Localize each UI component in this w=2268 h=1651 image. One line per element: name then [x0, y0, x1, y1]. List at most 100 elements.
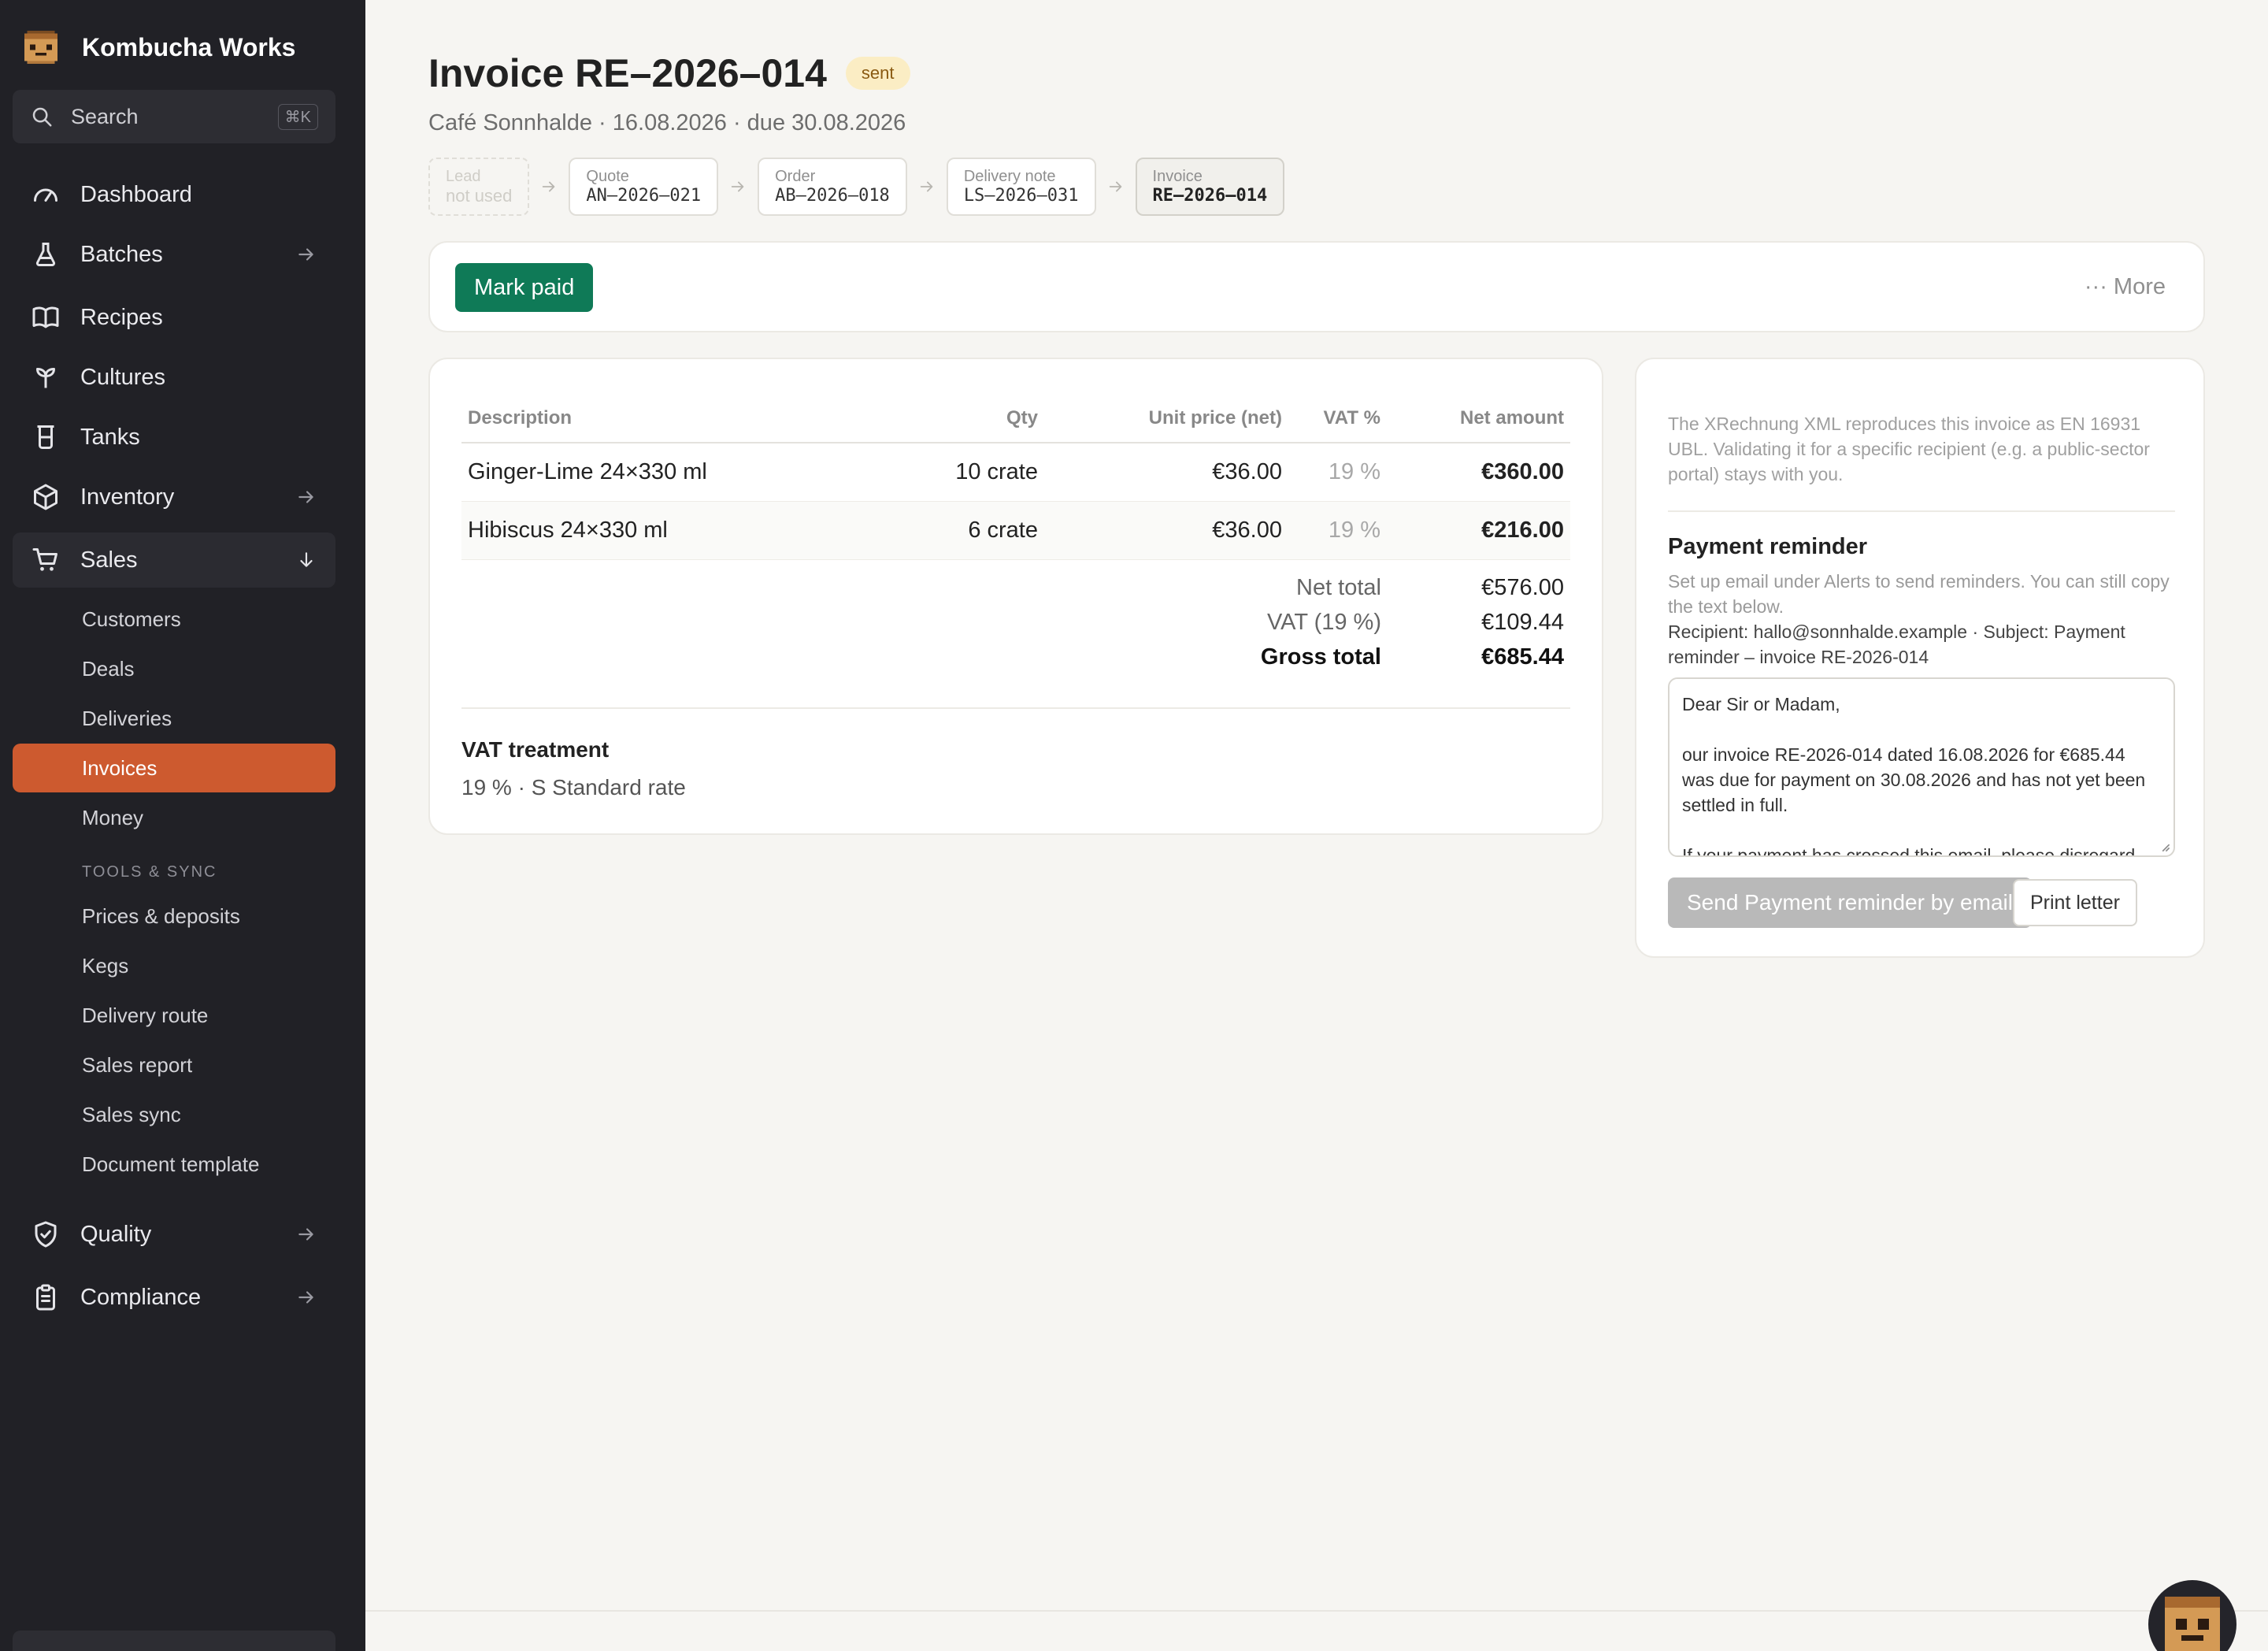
- nav-batches[interactable]: Batches: [13, 227, 335, 282]
- sub-sales-report[interactable]: Sales report: [13, 1041, 335, 1089]
- col-unit-price: Unit price (net): [1044, 394, 1288, 443]
- assistant-avatar[interactable]: [2148, 1580, 2236, 1651]
- nav-batches-label: Batches: [80, 241, 163, 267]
- gross-total-value: €685.44: [1481, 644, 1564, 670]
- sub-prices-deposits[interactable]: Prices & deposits: [13, 892, 335, 941]
- flow-step-invoice: Invoice RE–2026–014: [1135, 158, 1285, 216]
- arrow-right-icon: [298, 1228, 313, 1241]
- print-letter-button[interactable]: Print letter: [2013, 879, 2137, 926]
- sub-money[interactable]: Money: [13, 793, 335, 842]
- nav-recipes-label: Recipes: [80, 304, 163, 330]
- arrow-right-icon: [298, 491, 313, 503]
- nav-cultures[interactable]: Cultures: [13, 350, 335, 405]
- sub-sales-sync[interactable]: Sales sync: [13, 1090, 335, 1139]
- app-name: Kombucha Works: [82, 32, 296, 61]
- net-total-value: €576.00: [1481, 574, 1564, 600]
- flow-step-order[interactable]: Order AB–2026–018: [758, 158, 907, 216]
- nav-dashboard[interactable]: Dashboard: [13, 167, 335, 222]
- arrow-right-icon: [920, 181, 933, 192]
- vat-total-value: €109.44: [1481, 609, 1564, 635]
- sub-kegs[interactable]: Kegs: [13, 941, 335, 990]
- nav-cultures-label: Cultures: [80, 364, 165, 390]
- nav-quality[interactable]: Quality: [13, 1207, 335, 1262]
- box-icon: [34, 484, 57, 510]
- letter-body-continued: If your payment has crossed this email, …: [1682, 845, 2136, 857]
- arrow-right-icon: [731, 181, 744, 192]
- cell-description: Ginger-Lime 24×330 ml: [461, 443, 902, 502]
- col-description: Description: [461, 394, 902, 443]
- flow-step-delivery-note[interactable]: Delivery note LS–2026–031: [946, 158, 1096, 216]
- cell-net-amount: €360.00: [1387, 443, 1570, 502]
- sub-invoices[interactable]: Invoices: [13, 744, 335, 792]
- nav-sales[interactable]: Sales: [13, 532, 335, 588]
- cell-vat: 19 %: [1288, 443, 1387, 502]
- net-total-label: Net total: [1296, 574, 1381, 600]
- flask-icon: [35, 243, 56, 266]
- sidebar: Kombucha Works Search ⌘K Dashboard Batch…: [0, 0, 365, 1651]
- book-icon: [32, 306, 59, 328]
- totals-block: Net total €576.00 VAT (19 %) €109.44 Gro…: [461, 570, 1570, 674]
- cell-net-amount: €216.00: [1387, 501, 1570, 560]
- flow-step-value: AN–2026–021: [586, 186, 702, 206]
- nav-compliance[interactable]: Compliance: [13, 1270, 335, 1325]
- flow-step-quote[interactable]: Quote AN–2026–021: [569, 158, 719, 216]
- sub-delivery-route[interactable]: Delivery route: [13, 991, 335, 1040]
- vat-total-label: VAT (19 %): [1266, 609, 1381, 635]
- cart-icon: [32, 548, 57, 571]
- nav-sales-label: Sales: [80, 547, 138, 573]
- document-flow: Lead not used Quote AN–2026–021 Order AB…: [428, 158, 1285, 216]
- arrow-right-icon: [298, 248, 313, 261]
- nav-tanks[interactable]: Tanks: [13, 410, 335, 465]
- cell-qty: 10 crate: [902, 443, 1044, 502]
- flow-step-kind: Quote: [586, 168, 629, 185]
- footer-divider: [365, 1610, 2268, 1612]
- sub-deals[interactable]: Deals: [13, 644, 335, 693]
- net-total-row: Net total €576.00: [461, 570, 1570, 605]
- gross-total-row: Gross total €685.44: [461, 640, 1570, 674]
- tools-section-label: TOOLS & SYNC: [82, 863, 217, 881]
- divider: [461, 707, 1570, 709]
- user-menu[interactable]: [13, 1631, 335, 1651]
- brand[interactable]: Kombucha Works: [19, 24, 295, 71]
- cell-unit-price: €36.00: [1044, 501, 1288, 560]
- arrow-down-icon: [300, 552, 313, 567]
- cell-description: Hibiscus 24×330 ml: [461, 501, 902, 560]
- search-icon: [32, 107, 52, 127]
- mark-paid-button[interactable]: Mark paid: [455, 263, 594, 312]
- nav-recipes[interactable]: Recipes: [13, 290, 335, 345]
- more-menu-button[interactable]: ··· More: [2085, 274, 2166, 300]
- flow-step-value: not used: [446, 185, 513, 206]
- letter-body: our invoice RE-2026-014 dated 16.08.2026…: [1682, 744, 2146, 815]
- send-reminder-button[interactable]: Send Payment reminder by email: [1668, 877, 2032, 928]
- nav-inventory[interactable]: Inventory: [13, 469, 335, 525]
- sub-customers[interactable]: Customers: [13, 595, 335, 644]
- reminder-text-area[interactable]: Dear Sir or Madam, our invoice RE-2026-0…: [1668, 677, 2175, 857]
- gauge-icon: [34, 188, 57, 202]
- flow-step-kind: Lead: [446, 167, 481, 185]
- arrow-right-icon: [543, 181, 555, 192]
- beaker-icon: [37, 425, 54, 449]
- status-badge: sent: [845, 57, 910, 90]
- page-title: Invoice RE–2026–014: [428, 51, 827, 95]
- arrow-right-icon: [298, 1291, 313, 1304]
- search-label: Search: [71, 104, 139, 128]
- action-toolbar: Mark paid ··· More: [428, 241, 2205, 332]
- col-vat: VAT %: [1288, 394, 1387, 443]
- mascot-avatar-icon: [2165, 1597, 2220, 1651]
- flow-step-kind: Order: [775, 168, 816, 185]
- vat-total-row: VAT (19 %) €109.44: [461, 605, 1570, 640]
- nav-dashboard-label: Dashboard: [80, 181, 192, 207]
- sprout-icon: [36, 368, 55, 388]
- reminder-card: The XRechnung XML reproduces this invoic…: [1635, 358, 2205, 958]
- sub-deliveries[interactable]: Deliveries: [13, 694, 335, 743]
- search-button[interactable]: Search ⌘K: [13, 90, 335, 143]
- sub-document-template[interactable]: Document template: [13, 1140, 335, 1189]
- flow-step-value: LS–2026–031: [963, 186, 1079, 206]
- flow-step-value: RE–2026–014: [1152, 186, 1268, 206]
- resize-handle-icon[interactable]: [2159, 841, 2170, 852]
- invoice-items-table: Description Qty Unit price (net) VAT % N…: [461, 394, 1570, 560]
- mascot-logo-icon: [24, 31, 57, 64]
- nav-quality-label: Quality: [80, 1221, 152, 1247]
- cell-qty: 6 crate: [902, 501, 1044, 560]
- cell-unit-price: €36.00: [1044, 443, 1288, 502]
